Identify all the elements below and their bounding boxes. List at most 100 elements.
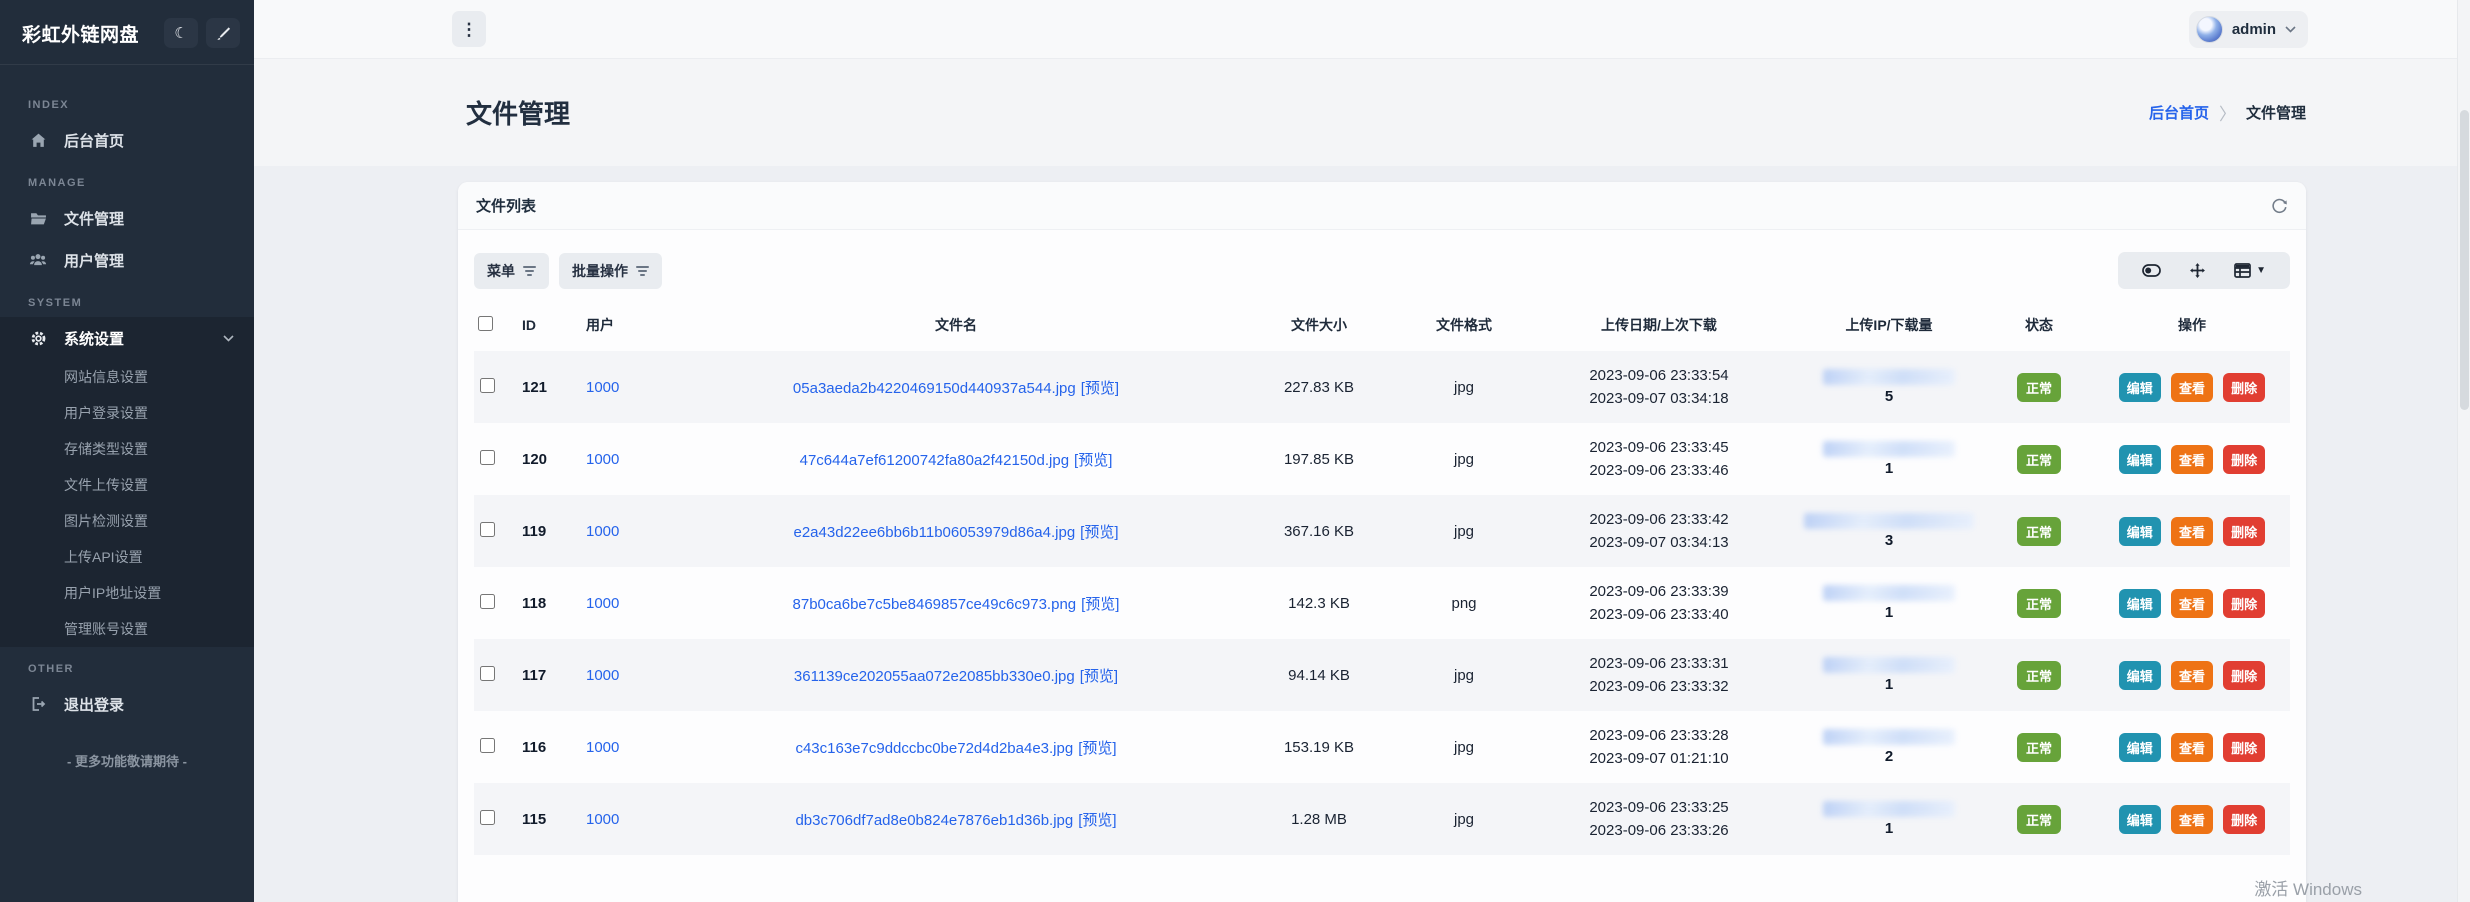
column-settings-button[interactable]: ▼ (2220, 259, 2280, 282)
theme-brush-button[interactable] (206, 18, 240, 48)
edit-button[interactable]: 编辑 (2119, 733, 2161, 762)
subitem-admin-account[interactable]: 管理账号设置 (0, 611, 254, 647)
users-icon (28, 251, 48, 269)
preview-link[interactable]: [预览] (1078, 812, 1116, 829)
file-link[interactable]: 05a3aeda2b4220469150d440937a544.jpg (793, 380, 1076, 397)
toggle-filter-button[interactable] (2128, 260, 2175, 281)
col-header-id: ID (522, 317, 536, 333)
delete-button[interactable]: 删除 (2223, 805, 2265, 834)
collapse-menu-button[interactable]: ⋮ (452, 11, 486, 47)
row-checkbox[interactable] (480, 666, 495, 681)
delete-button[interactable]: 删除 (2223, 445, 2265, 474)
user-link[interactable]: 1000 (586, 379, 619, 396)
user-link[interactable]: 1000 (586, 667, 619, 684)
delete-button[interactable]: 删除 (2223, 589, 2265, 618)
file-list-card: 文件列表 菜单 批量操作 (458, 182, 2306, 902)
row-checkbox[interactable] (480, 738, 495, 753)
subitem-file-upload[interactable]: 文件上传设置 (0, 467, 254, 503)
page-scrollbar[interactable] (2457, 0, 2470, 902)
sidebar-item-user-manage[interactable]: 用户管理 (0, 239, 254, 281)
edit-button[interactable]: 编辑 (2119, 805, 2161, 834)
subitem-user-login[interactable]: 用户登录设置 (0, 395, 254, 431)
user-menu[interactable]: admin (2189, 11, 2308, 48)
preview-link[interactable]: [预览] (1080, 668, 1118, 685)
user-link[interactable]: 1000 (586, 811, 619, 828)
status-badge: 正常 (2017, 661, 2061, 690)
preview-link[interactable]: [预览] (1074, 452, 1112, 469)
blurred-upload-ip (1823, 657, 1955, 673)
user-link[interactable]: 1000 (586, 523, 619, 540)
row-checkbox[interactable] (480, 810, 495, 825)
delete-button[interactable]: 删除 (2223, 373, 2265, 402)
row-checkbox[interactable] (480, 522, 495, 537)
view-button[interactable]: 查看 (2171, 661, 2213, 690)
home-icon (28, 132, 48, 149)
user-link[interactable]: 1000 (586, 739, 619, 756)
view-button[interactable]: 查看 (2171, 805, 2213, 834)
file-link[interactable]: 47c644a7ef61200742fa80a2f42150d.jpg (800, 452, 1069, 469)
preview-link[interactable]: [预览] (1081, 380, 1119, 397)
file-id: 115 (522, 811, 546, 828)
delete-button[interactable]: 删除 (2223, 733, 2265, 762)
menu-dropdown-button[interactable]: 菜单 (474, 253, 549, 289)
view-button[interactable]: 查看 (2171, 733, 2213, 762)
table-row: 116 1000 c43c163e7c9ddccbc0be72d4d2ba4e3… (474, 711, 2290, 783)
page-header: 文件管理 后台首页 〉 文件管理 (254, 59, 2470, 166)
file-format: jpg (1454, 379, 1474, 396)
row-checkbox[interactable] (480, 378, 495, 393)
breadcrumb-home-link[interactable]: 后台首页 (2149, 102, 2209, 123)
menu-button-label: 菜单 (487, 261, 515, 281)
file-link[interactable]: db3c706df7ad8e0b824e7876eb1d36b.jpg (795, 812, 1073, 829)
batch-actions-button[interactable]: 批量操作 (559, 253, 662, 289)
row-checkbox[interactable] (480, 594, 495, 609)
logo-row: 彩虹外链网盘 ☾ (0, 0, 254, 65)
edit-button[interactable]: 编辑 (2119, 517, 2161, 546)
sidebar-item-system-settings[interactable]: 系统设置 (0, 317, 254, 359)
last-download-date: 2023-09-07 01:21:10 (1528, 747, 1790, 770)
delete-button[interactable]: 删除 (2223, 661, 2265, 690)
windows-activation-watermark: 激活 Windows (2254, 875, 2362, 900)
file-link[interactable]: e2a43d22ee6bb6b11b06053979d86a4.jpg (793, 524, 1075, 541)
subitem-storage-type[interactable]: 存储类型设置 (0, 431, 254, 467)
logout-icon (28, 696, 48, 712)
breadcrumb-current: 文件管理 (2246, 102, 2306, 123)
dark-mode-button[interactable]: ☾ (164, 18, 198, 48)
drag-sort-button[interactable] (2175, 258, 2220, 283)
edit-button[interactable]: 编辑 (2119, 661, 2161, 690)
scrollbar-thumb[interactable] (2460, 110, 2469, 410)
delete-button[interactable]: 删除 (2223, 517, 2265, 546)
file-link[interactable]: 361139ce202055aa072e2085bb330e0.jpg (794, 668, 1075, 685)
view-button[interactable]: 查看 (2171, 373, 2213, 402)
refresh-button[interactable] (2271, 197, 2288, 214)
view-button[interactable]: 查看 (2171, 517, 2213, 546)
file-id: 119 (522, 523, 546, 540)
file-size: 94.14 KB (1288, 667, 1350, 684)
section-label-system: SYSTEM (0, 281, 254, 317)
subitem-upload-api[interactable]: 上传API设置 (0, 539, 254, 575)
edit-button[interactable]: 编辑 (2119, 373, 2161, 402)
subitem-image-check[interactable]: 图片检测设置 (0, 503, 254, 539)
preview-link[interactable]: [预览] (1078, 740, 1116, 757)
view-button[interactable]: 查看 (2171, 589, 2213, 618)
preview-link[interactable]: [预览] (1081, 596, 1119, 613)
file-link[interactable]: 87b0ca6be7c5be8469857ce49c6c973.png (793, 596, 1077, 613)
edit-button[interactable]: 编辑 (2119, 445, 2161, 474)
user-link[interactable]: 1000 (586, 595, 619, 612)
sidebar-item-dashboard[interactable]: 后台首页 (0, 119, 254, 161)
sidebar-item-logout[interactable]: 退出登录 (0, 683, 254, 725)
batch-button-label: 批量操作 (572, 261, 628, 281)
status-badge: 正常 (2017, 445, 2061, 474)
moon-icon: ☾ (174, 24, 187, 42)
preview-link[interactable]: [预览] (1080, 524, 1118, 541)
subitem-site-info[interactable]: 网站信息设置 (0, 359, 254, 395)
view-button[interactable]: 查看 (2171, 445, 2213, 474)
blurred-upload-ip (1804, 513, 1974, 529)
file-link[interactable]: c43c163e7c9ddccbc0be72d4d2ba4e3.jpg (795, 740, 1073, 757)
row-checkbox[interactable] (480, 450, 495, 465)
subitem-user-ip[interactable]: 用户IP地址设置 (0, 575, 254, 611)
edit-button[interactable]: 编辑 (2119, 589, 2161, 618)
kebab-icon: ⋮ (461, 20, 478, 39)
sidebar-item-file-manage[interactable]: 文件管理 (0, 197, 254, 239)
user-link[interactable]: 1000 (586, 451, 619, 468)
select-all-checkbox[interactable] (478, 316, 493, 331)
